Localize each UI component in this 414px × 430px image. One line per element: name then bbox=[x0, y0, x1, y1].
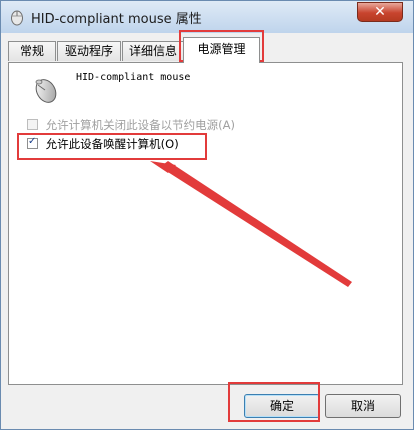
tab-panel bbox=[8, 62, 403, 385]
allow-power-off-option: 允许计算机关闭此设备以节约电源(A) bbox=[27, 117, 235, 133]
device-name: HID-compliant mouse bbox=[76, 72, 191, 83]
allow-wake-checkbox[interactable] bbox=[27, 136, 38, 149]
allow-wake-label: 允许此设备唤醒计算机(O) bbox=[45, 137, 179, 151]
mouse-small-icon bbox=[11, 10, 23, 26]
allow-wake-option[interactable]: 允许此设备唤醒计算机(O) bbox=[27, 136, 179, 152]
close-icon: ✕ bbox=[374, 4, 386, 20]
tab-general[interactable]: 常规 bbox=[8, 41, 56, 61]
tab-details[interactable]: 详细信息 bbox=[122, 41, 184, 61]
allow-power-off-checkbox[interactable] bbox=[27, 118, 38, 130]
ok-button[interactable]: 确定 bbox=[244, 394, 320, 418]
close-button[interactable]: ✕ bbox=[357, 2, 403, 22]
cancel-button[interactable]: 取消 bbox=[325, 394, 401, 418]
title-bar[interactable]: HID-compliant mouse 属性 ✕ bbox=[1, 1, 413, 33]
mouse-device-icon bbox=[35, 79, 57, 103]
tab-driver[interactable]: 驱动程序 bbox=[57, 41, 121, 61]
window-title: HID-compliant mouse 属性 bbox=[31, 12, 202, 27]
properties-dialog: HID-compliant mouse 属性 ✕ 常规 驱动程序 详细信息 电源… bbox=[0, 0, 414, 430]
allow-power-off-label: 允许计算机关闭此设备以节约电源(A) bbox=[45, 118, 235, 132]
tab-power-management[interactable]: 电源管理 bbox=[183, 37, 260, 63]
